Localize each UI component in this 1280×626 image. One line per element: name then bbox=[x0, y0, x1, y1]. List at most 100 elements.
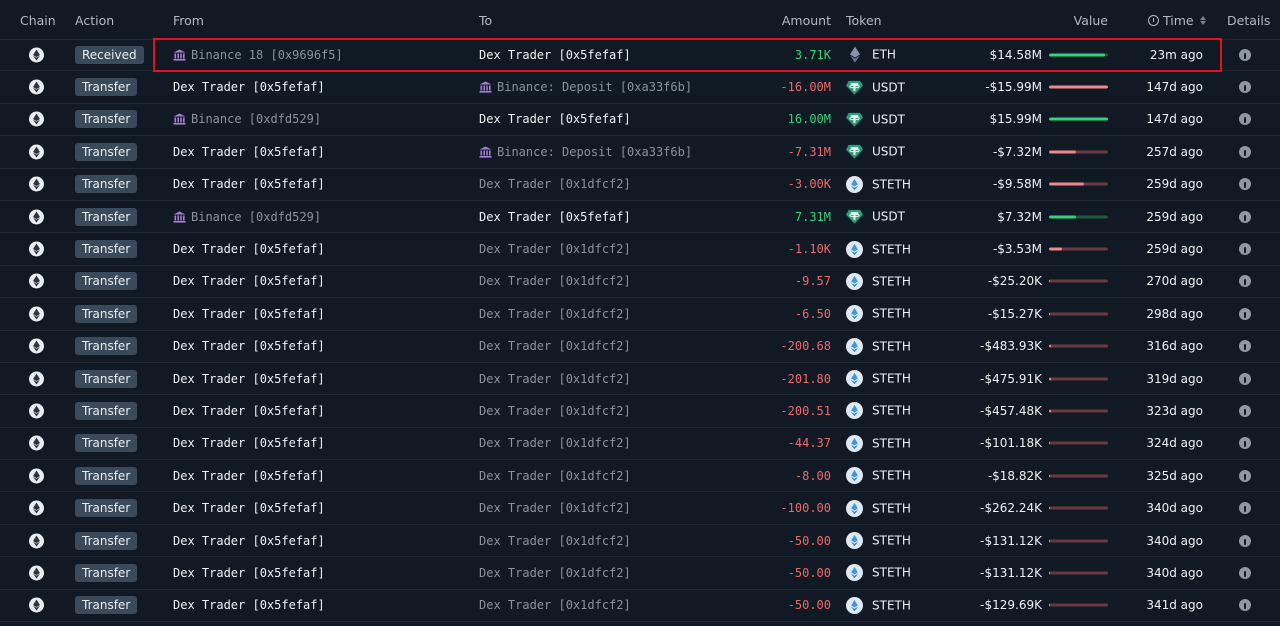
table-row[interactable]: Transfer Dex Trader [0x5fefaf] Dex Trade… bbox=[0, 233, 1280, 266]
from-address[interactable]: Dex Trader [0x5fefaf] bbox=[173, 274, 325, 288]
token-cell[interactable]: USDT bbox=[846, 143, 905, 160]
from-address[interactable]: Dex Trader [0x5fefaf] bbox=[173, 469, 325, 483]
to-address[interactable]: Dex Trader [0x5fefaf] bbox=[479, 48, 631, 62]
token-cell[interactable]: STETH bbox=[846, 175, 911, 193]
from-address[interactable]: Dex Trader [0x5fefaf] bbox=[173, 339, 325, 353]
info-icon[interactable] bbox=[1239, 210, 1251, 223]
sort-icon[interactable] bbox=[1199, 16, 1206, 25]
action-badge[interactable]: Transfer bbox=[75, 272, 138, 291]
action-badge[interactable]: Transfer bbox=[75, 175, 138, 194]
table-row[interactable]: Transfer Binance [0xdfd529] Dex Trader [… bbox=[0, 201, 1280, 234]
table-row[interactable]: Transfer Dex Trader [0x5fefaf] Dex Trade… bbox=[0, 525, 1280, 558]
to-address[interactable]: Dex Trader [0x1dfcf2] bbox=[479, 598, 631, 612]
table-row[interactable]: Transfer Dex Trader [0x5fefaf] Dex Trade… bbox=[0, 266, 1280, 299]
table-row[interactable]: Transfer Dex Trader [0x5fefaf] Dex Trade… bbox=[0, 298, 1280, 331]
token-cell[interactable]: STETH bbox=[846, 596, 911, 614]
token-cell[interactable]: STETH bbox=[846, 337, 911, 355]
from-address[interactable]: Dex Trader [0x5fefaf] bbox=[173, 436, 325, 450]
to-address[interactable]: Dex Trader [0x1dfcf2] bbox=[479, 404, 631, 418]
info-icon[interactable] bbox=[1239, 404, 1251, 417]
to-address[interactable]: Dex Trader [0x1dfcf2] bbox=[479, 566, 631, 580]
from-address[interactable]: Binance [0xdfd529] bbox=[173, 210, 321, 224]
to-address[interactable]: Binance: Deposit [0xa33f6b] bbox=[479, 145, 692, 159]
info-icon[interactable] bbox=[1239, 566, 1251, 579]
token-cell[interactable]: STETH bbox=[846, 564, 911, 582]
to-address[interactable]: Dex Trader [0x1dfcf2] bbox=[479, 534, 631, 548]
from-address[interactable]: Dex Trader [0x5fefaf] bbox=[173, 177, 325, 191]
action-badge[interactable]: Transfer bbox=[75, 110, 138, 129]
action-badge[interactable]: Transfer bbox=[75, 596, 138, 615]
table-row[interactable]: Transfer Binance [0xdfd529] Dex Trader [… bbox=[0, 104, 1280, 137]
info-icon[interactable] bbox=[1239, 340, 1251, 353]
info-icon[interactable] bbox=[1239, 502, 1251, 515]
action-badge[interactable]: Transfer bbox=[75, 401, 138, 420]
table-row[interactable]: Transfer Dex Trader [0x5fefaf] Dex Trade… bbox=[0, 331, 1280, 363]
action-badge[interactable]: Transfer bbox=[75, 466, 138, 485]
info-icon[interactable] bbox=[1239, 534, 1251, 547]
table-row[interactable]: Transfer Dex Trader [0x5fefaf] Dex Trade… bbox=[0, 395, 1280, 428]
action-badge[interactable]: Transfer bbox=[75, 207, 138, 226]
token-cell[interactable]: STETH bbox=[846, 532, 911, 550]
table-row[interactable]: Transfer Dex Trader [0x5fefaf] Dex Trade… bbox=[0, 428, 1280, 461]
from-address[interactable]: Dex Trader [0x5fefaf] bbox=[173, 598, 325, 612]
to-address[interactable]: Dex Trader [0x1dfcf2] bbox=[479, 469, 631, 483]
to-address[interactable]: Dex Trader [0x1dfcf2] bbox=[479, 177, 631, 191]
action-badge[interactable]: Transfer bbox=[75, 499, 138, 518]
from-address[interactable]: Dex Trader [0x5fefaf] bbox=[173, 372, 325, 386]
to-address[interactable]: Dex Trader [0x1dfcf2] bbox=[479, 501, 631, 515]
action-badge[interactable]: Transfer bbox=[75, 240, 138, 259]
column-header-time[interactable]: Time bbox=[1148, 13, 1206, 28]
info-icon[interactable] bbox=[1239, 113, 1251, 126]
token-cell[interactable]: USDT bbox=[846, 79, 905, 96]
info-icon[interactable] bbox=[1239, 307, 1251, 320]
table-row[interactable]: Transfer Dex Trader [0x5fefaf] Dex Trade… bbox=[0, 363, 1280, 396]
info-icon[interactable] bbox=[1239, 275, 1251, 288]
action-badge[interactable]: Received bbox=[75, 45, 144, 64]
from-address[interactable]: Binance 18 [0x9696f5] bbox=[173, 48, 343, 62]
token-cell[interactable]: ETH bbox=[846, 46, 896, 63]
from-address[interactable]: Dex Trader [0x5fefaf] bbox=[173, 404, 325, 418]
info-icon[interactable] bbox=[1239, 469, 1251, 482]
info-icon[interactable] bbox=[1239, 48, 1251, 61]
action-badge[interactable]: Transfer bbox=[75, 434, 138, 453]
token-cell[interactable]: STETH bbox=[846, 499, 911, 517]
action-badge[interactable]: Transfer bbox=[75, 563, 138, 582]
from-address[interactable]: Dex Trader [0x5fefaf] bbox=[173, 145, 325, 159]
table-row[interactable]: Transfer Dex Trader [0x5fefaf] Dex Trade… bbox=[0, 460, 1280, 493]
action-badge[interactable]: Transfer bbox=[75, 369, 138, 388]
token-cell[interactable]: STETH bbox=[846, 467, 911, 485]
token-cell[interactable]: STETH bbox=[846, 305, 911, 323]
from-address[interactable]: Dex Trader [0x5fefaf] bbox=[173, 534, 325, 548]
action-badge[interactable]: Transfer bbox=[75, 531, 138, 550]
info-icon[interactable] bbox=[1239, 81, 1251, 94]
action-badge[interactable]: Transfer bbox=[75, 337, 138, 356]
info-icon[interactable] bbox=[1239, 178, 1251, 191]
from-address[interactable]: Dex Trader [0x5fefaf] bbox=[173, 307, 325, 321]
action-badge[interactable]: Transfer bbox=[75, 142, 138, 161]
table-row[interactable]: Transfer Dex Trader [0x5fefaf] Dex Trade… bbox=[0, 169, 1280, 201]
token-cell[interactable]: USDT bbox=[846, 111, 905, 128]
token-cell[interactable]: STETH bbox=[846, 240, 911, 258]
from-address[interactable]: Dex Trader [0x5fefaf] bbox=[173, 501, 325, 515]
info-icon[interactable] bbox=[1239, 145, 1251, 158]
from-address[interactable]: Dex Trader [0x5fefaf] bbox=[173, 80, 325, 94]
info-icon[interactable] bbox=[1239, 372, 1251, 385]
to-address[interactable]: Dex Trader [0x1dfcf2] bbox=[479, 372, 631, 386]
table-row[interactable]: Transfer Dex Trader [0x5fefaf] Dex Trade… bbox=[0, 492, 1280, 525]
to-address[interactable]: Dex Trader [0x1dfcf2] bbox=[479, 339, 631, 353]
table-row[interactable]: Transfer Dex Trader [0x5fefaf] Binance: … bbox=[0, 71, 1280, 104]
action-badge[interactable]: Transfer bbox=[75, 78, 138, 97]
from-address[interactable]: Dex Trader [0x5fefaf] bbox=[173, 242, 325, 256]
info-icon[interactable] bbox=[1239, 243, 1251, 256]
token-cell[interactable]: STETH bbox=[846, 402, 911, 420]
table-row[interactable]: Received Binance 18 [0x9696f5] Dex Trade… bbox=[0, 39, 1280, 72]
info-icon[interactable] bbox=[1239, 437, 1251, 450]
token-cell[interactable]: USDT bbox=[846, 208, 905, 225]
to-address[interactable]: Dex Trader [0x5fefaf] bbox=[479, 112, 631, 126]
token-cell[interactable]: STETH bbox=[846, 370, 911, 388]
to-address[interactable]: Dex Trader [0x5fefaf] bbox=[479, 210, 631, 224]
table-row[interactable]: Transfer Dex Trader [0x5fefaf] Dex Trade… bbox=[0, 590, 1280, 623]
to-address[interactable]: Dex Trader [0x1dfcf2] bbox=[479, 242, 631, 256]
action-badge[interactable]: Transfer bbox=[75, 304, 138, 323]
info-icon[interactable] bbox=[1239, 599, 1251, 612]
